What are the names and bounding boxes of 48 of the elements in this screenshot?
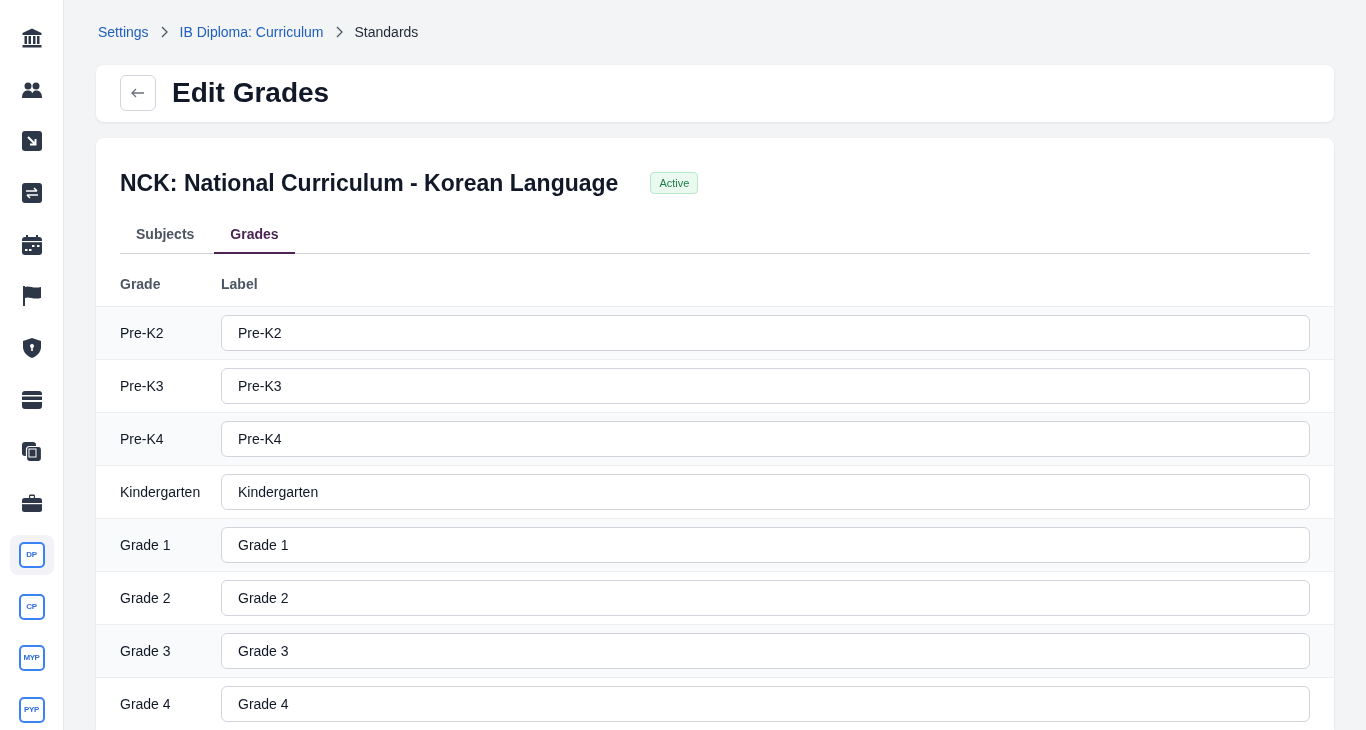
label-input[interactable]: Grade 3 [221, 633, 1310, 669]
chevron-right-icon [160, 26, 168, 38]
bank-icon [21, 27, 42, 48]
label-input[interactable]: Pre-K3 [221, 368, 1310, 404]
swap-arrows-icon [21, 183, 42, 203]
programme-logo: CP [18, 593, 45, 620]
nav-button[interactable]: CP [9, 586, 54, 627]
label-input[interactable]: Kindergarten [221, 474, 1310, 510]
chevron-right-icon [335, 26, 343, 38]
grade-cell-text: Grade 3 [119, 642, 172, 661]
shield-icon [22, 338, 41, 359]
programme-logo: DP [18, 542, 45, 569]
label-input[interactable]: Pre-K2 [221, 315, 1310, 351]
curriculum-title: NCK: National Curriculum - Korean Language [120, 168, 619, 198]
arrow-square-icon [21, 131, 42, 152]
grade-cell-text: Grade 2 [119, 589, 172, 608]
page-title: Edit Grades [172, 76, 330, 111]
column-header: Grade [119, 275, 162, 294]
grade-cell-text: Grade 4 [119, 695, 172, 714]
label-input[interactable]: Grade 2 [221, 580, 1310, 616]
label-input[interactable]: Grade 4 [221, 686, 1310, 722]
label-input[interactable]: Pre-K4 [221, 421, 1310, 457]
tab[interactable]: Subjects [120, 220, 211, 254]
breadcrumb-current: Standards [354, 23, 419, 42]
flag-icon [22, 286, 41, 307]
programme-logo: MYP [18, 645, 45, 672]
grade-cell-text: Kindergarten [119, 483, 202, 502]
breadcrumb-link[interactable]: Settings [98, 22, 149, 42]
status-badge: Active [650, 171, 699, 194]
nav-button[interactable]: DP [9, 535, 54, 575]
back-button[interactable] [120, 75, 156, 112]
grade-cell-text: Pre-K4 [119, 430, 165, 449]
grade-cell-text: Pre-K3 [119, 377, 165, 396]
briefcase-icon [21, 494, 42, 513]
nav-button[interactable]: PYP [9, 690, 54, 730]
tab[interactable]: Grades [214, 220, 295, 254]
copy-icon [21, 441, 42, 462]
label-input[interactable]: Grade 1 [221, 527, 1310, 563]
programme-logo: PYP [18, 697, 45, 724]
grade-cell-text: Grade 1 [119, 536, 172, 555]
users-icon [21, 81, 42, 98]
calendar-icon [21, 234, 42, 255]
breadcrumb-link[interactable]: IB Diploma: Curriculum [179, 22, 324, 42]
grade-cell-text: Pre-K2 [119, 324, 165, 343]
arrow-left-icon [131, 88, 145, 99]
card-icon [21, 390, 42, 409]
column-header: Label [221, 275, 258, 294]
nav-button[interactable]: MYP [9, 638, 54, 679]
